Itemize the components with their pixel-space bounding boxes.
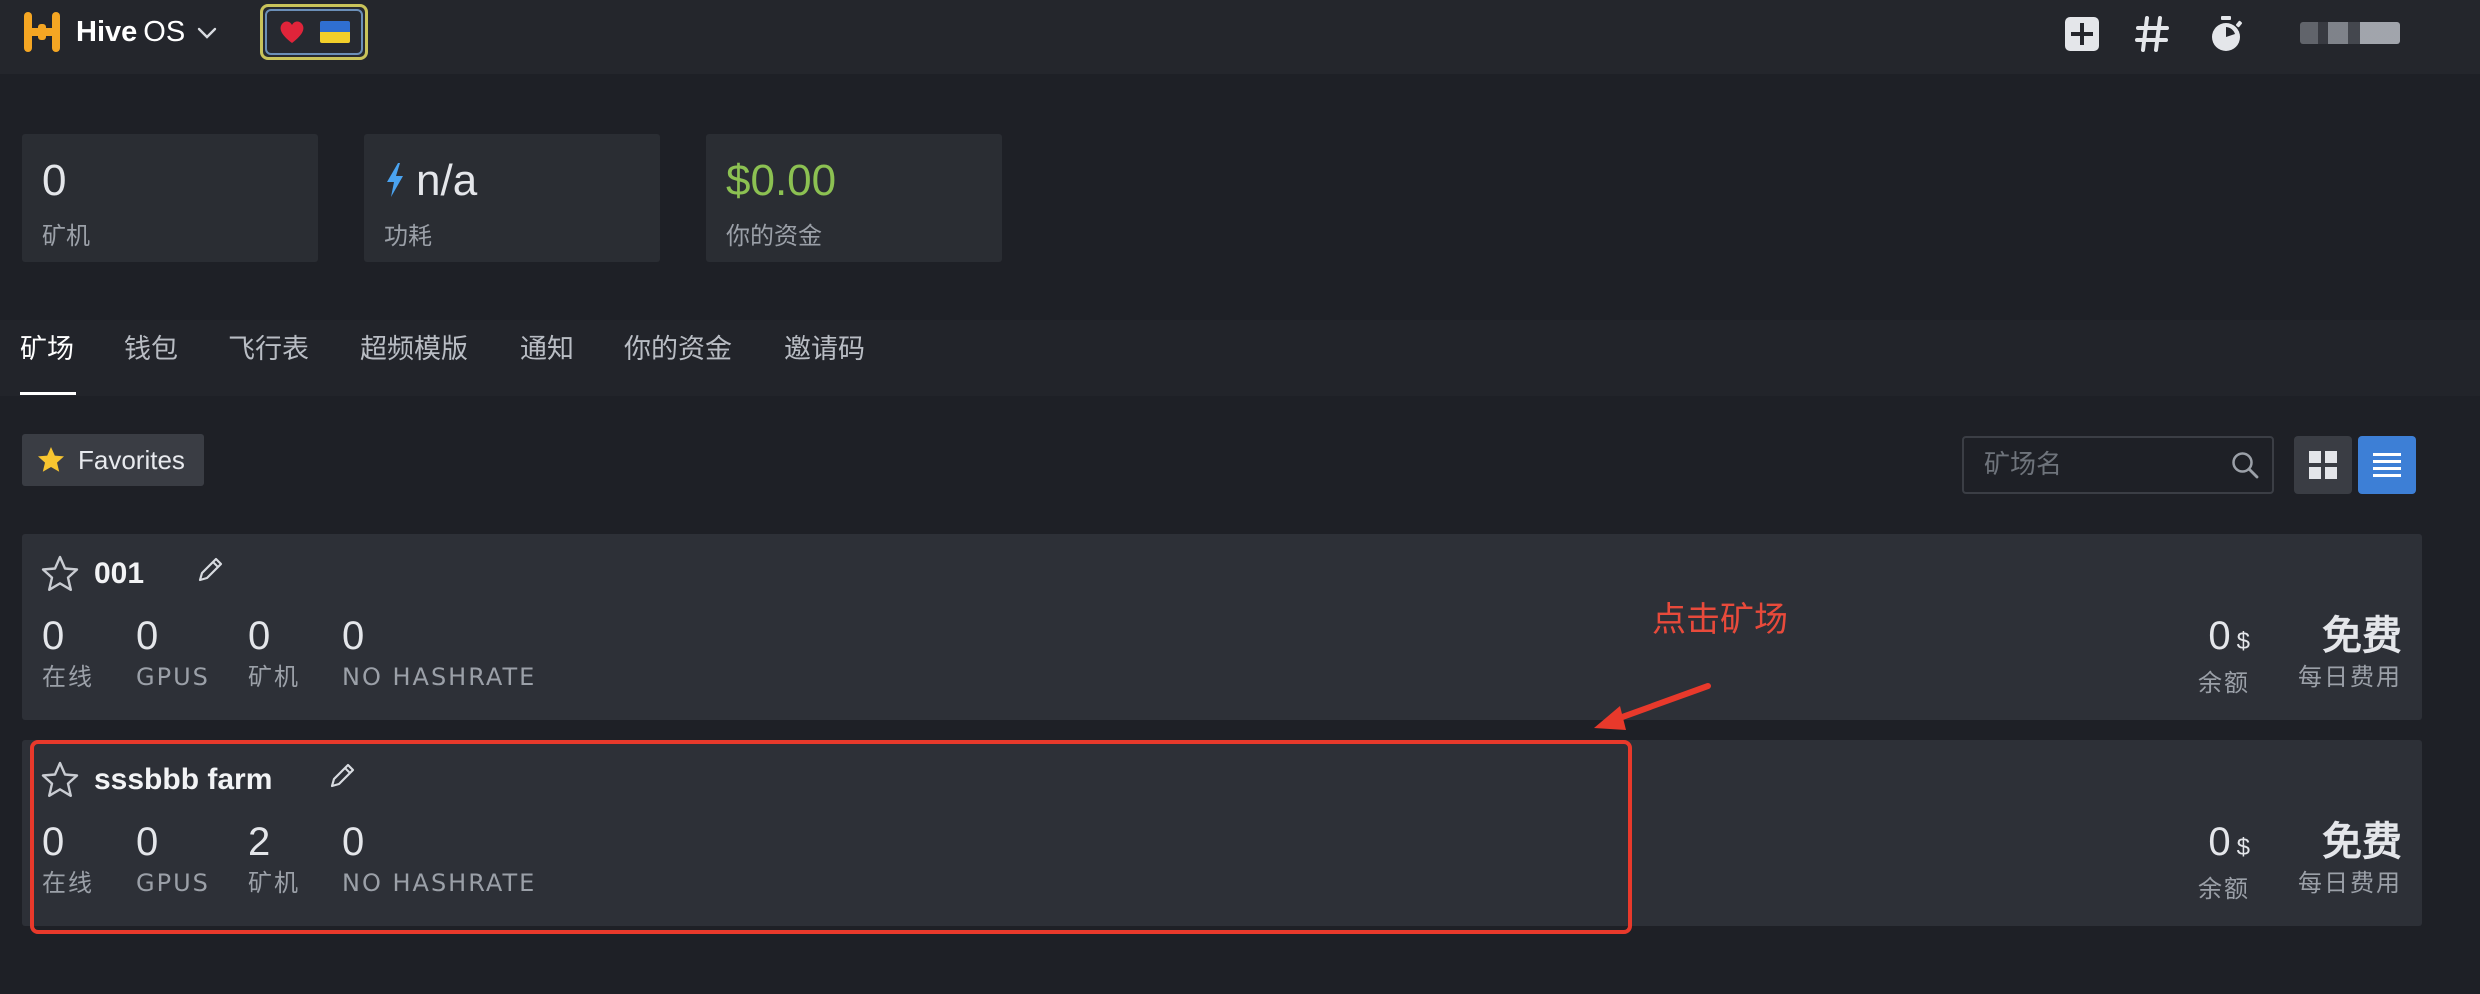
stat-card-funds: $0.00 你的资金 [706, 134, 1002, 262]
metric-daily-fee: 免费 每日费用 [2298, 818, 2402, 900]
farm-search-box [1962, 436, 2274, 494]
tab-flight-sheets[interactable]: 飞行表 [228, 330, 309, 370]
metric-label: 在线 [42, 869, 94, 897]
metric-online: 0 在线 [42, 612, 94, 694]
balance-unit: $ [2236, 834, 2250, 861]
metric-gpus: 0 GPUS [136, 818, 210, 900]
tab-your-funds[interactable]: 你的资金 [624, 330, 732, 370]
metric-label: 在线 [42, 663, 94, 691]
add-square-icon[interactable] [2062, 14, 2102, 54]
ukraine-flag-icon [320, 21, 350, 43]
metric-value: 0 [136, 614, 159, 658]
metric-daily-fee: 免费 每日费用 [2298, 612, 2402, 694]
metric-value: 0 [42, 614, 65, 658]
list-view-icon [2373, 453, 2401, 477]
metric-value: 0 [42, 820, 65, 864]
balance-unit: $ [2236, 628, 2250, 655]
metric-label: 余额 [2198, 875, 2250, 903]
grid-view-button[interactable] [2294, 436, 2352, 494]
metric-online: 0 在线 [42, 818, 94, 900]
farm-name[interactable]: 001 [94, 554, 144, 594]
metric-rigs: 0 矿机 [248, 612, 300, 694]
hash-icon[interactable] [2132, 14, 2172, 54]
tab-wallets[interactable]: 钱包 [124, 330, 178, 370]
metric-hashrate: 0 NO HASHRATE [342, 612, 536, 694]
metric-value: 2 [248, 820, 271, 864]
stat-label: 你的资金 [726, 222, 822, 250]
heart-icon [280, 21, 304, 43]
user-account-avatar[interactable] [2300, 22, 2400, 44]
stat-label: 功耗 [384, 222, 432, 250]
brand-hive: Hive [76, 16, 138, 48]
tab-referral[interactable]: 邀请码 [784, 330, 865, 370]
tab-oc-templates[interactable]: 超频模版 [360, 330, 468, 370]
metric-value: 0 $ [2198, 612, 2250, 666]
stat-value: $0.00 [726, 156, 837, 205]
metric-value: 免费 [2322, 614, 2402, 658]
stopwatch-icon[interactable] [2206, 14, 2246, 54]
farm-name[interactable]: sssbbb farm [94, 760, 272, 800]
metric-label: NO HASHRATE [342, 663, 537, 691]
stat-value: n/a [384, 154, 477, 208]
stat-value-text: n/a [416, 156, 478, 205]
metric-label: 每日费用 [2298, 869, 2402, 897]
metric-label: 矿机 [248, 663, 300, 691]
ukraine-support-badge[interactable] [260, 4, 368, 60]
metric-value: 0 $ [2198, 818, 2250, 872]
metric-label: GPUS [136, 869, 210, 897]
farm-search-input[interactable] [1964, 438, 2224, 492]
metric-value: 0 [342, 820, 365, 864]
list-view-button[interactable] [2358, 436, 2416, 494]
metric-label: 每日费用 [2298, 663, 2402, 691]
metric-label: 余额 [2198, 669, 2250, 697]
star-outline-icon[interactable] [40, 760, 80, 800]
brand-os: OS [143, 16, 186, 48]
top-bar: Hive OS [0, 0, 2480, 74]
tab-farms[interactable]: 矿场 [20, 330, 74, 370]
edit-pencil-icon[interactable] [196, 554, 224, 584]
brand-name[interactable]: Hive OS [76, 14, 185, 50]
metric-label: 矿机 [248, 869, 300, 897]
metric-balance: 0 $ 余额 [2198, 612, 2250, 700]
edit-pencil-icon[interactable] [328, 760, 356, 790]
farm-card[interactable]: 001 0 在线 0 GPUS 0 矿机 0 NO HASHRATE 0 $ 余额… [22, 534, 2422, 720]
hiveos-logo-icon[interactable] [20, 10, 64, 54]
annotation-text: 点击矿场 [1652, 600, 1788, 640]
active-tab-indicator [20, 392, 76, 395]
metric-balance: 0 $ 余额 [2198, 818, 2250, 906]
metric-value: 0 [136, 820, 159, 864]
balance-value: 0 [2208, 614, 2231, 658]
stat-card-rigs: 0 矿机 [22, 134, 318, 262]
chevron-down-icon[interactable] [196, 22, 218, 44]
metric-rigs: 2 矿机 [248, 818, 300, 900]
metric-value: 免费 [2322, 820, 2402, 864]
balance-value: 0 [2208, 820, 2231, 864]
stat-card-power: n/a 功耗 [364, 134, 660, 262]
metric-value: 0 [342, 614, 365, 658]
favorites-label: Favorites [78, 444, 185, 475]
metric-label: GPUS [136, 663, 210, 691]
annotation-arrow-icon [1594, 683, 1711, 730]
metric-value: 0 [248, 614, 271, 658]
star-filled-icon [38, 447, 64, 472]
farm-card[interactable]: sssbbb farm 0 在线 0 GPUS 2 矿机 0 NO HASHRA… [22, 740, 2422, 926]
tab-notifications[interactable]: 通知 [520, 330, 574, 370]
lightning-bolt-icon [387, 163, 403, 197]
stat-label: 矿机 [42, 222, 90, 250]
grid-view-icon [2309, 451, 2337, 479]
search-icon[interactable] [2230, 450, 2260, 480]
favorites-button[interactable]: Favorites [22, 434, 204, 486]
metric-hashrate: 0 NO HASHRATE [342, 818, 536, 900]
metric-label: NO HASHRATE [342, 869, 537, 897]
metric-gpus: 0 GPUS [136, 612, 210, 694]
stat-value: 0 [42, 156, 67, 205]
star-outline-icon[interactable] [40, 554, 80, 594]
